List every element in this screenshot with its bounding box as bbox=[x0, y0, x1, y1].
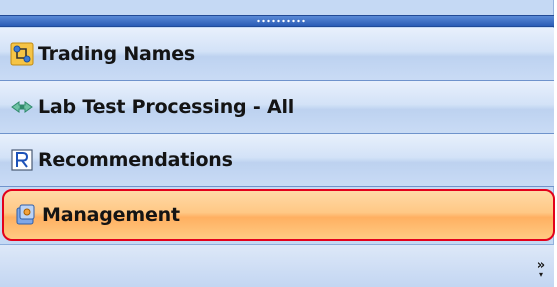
nav-item-recommendations[interactable]: Recommendations bbox=[0, 134, 554, 187]
trading-names-icon bbox=[10, 42, 34, 66]
nav-item-lab-test-processing[interactable]: Lab Test Processing - All bbox=[0, 81, 554, 134]
overflow-toolbar: » ▾ bbox=[0, 244, 554, 287]
nav-item-label: Management bbox=[42, 204, 180, 226]
lab-test-icon bbox=[11, 101, 33, 113]
navigation-pane: Trading Names Lab Test Processing - All … bbox=[0, 0, 555, 287]
nav-item-label: Lab Test Processing - All bbox=[38, 96, 295, 118]
splitter-grip[interactable] bbox=[0, 15, 554, 27]
nav-item-management[interactable]: Management bbox=[2, 189, 555, 241]
management-icon bbox=[16, 204, 35, 225]
nav-item-trading-names[interactable]: Trading Names bbox=[0, 28, 554, 81]
chevron-right-double-icon[interactable]: » ▾ bbox=[534, 259, 548, 283]
recommendations-icon bbox=[11, 149, 33, 171]
nav-item-label: Recommendations bbox=[38, 149, 233, 171]
grip-dots bbox=[256, 19, 306, 23]
nav-item-label: Trading Names bbox=[38, 43, 196, 65]
